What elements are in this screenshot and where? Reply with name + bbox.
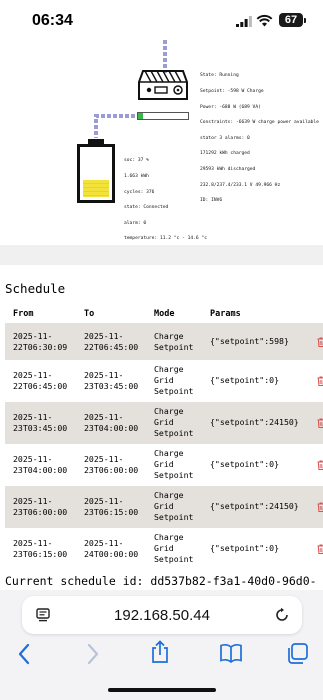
trash-icon[interactable]: [317, 460, 323, 470]
cell-params: {"setpoint":0}: [210, 459, 280, 469]
cell-mode: Charge Grid Setpoint: [154, 490, 194, 522]
header-mode: Mode: [154, 309, 175, 319]
table-row: 2025-11- 23T06:15:00 2025-11- 24T00:00:0…: [5, 528, 323, 570]
battery-body: [77, 144, 115, 203]
inverter-info-line: State: Running: [200, 73, 239, 79]
inverter-info-line: 29593 kWh discharged: [200, 167, 256, 173]
trash-icon[interactable]: [317, 418, 323, 428]
table-row: 2025-11- 23T03:45:00 2025-11- 23T04:00:0…: [5, 402, 323, 444]
cell-to: 2025-11- 23T04:00:00: [84, 412, 139, 433]
cell-to: 2025-11- 22T06:45:00: [84, 331, 139, 352]
home-indicator: [108, 688, 216, 692]
forward-icon[interactable]: [86, 643, 100, 665]
cell-params: {"setpoint":0}: [210, 543, 280, 553]
battery-info-line: temperature: 11.2 °c - 14.6 °c: [124, 236, 207, 242]
table-row: 2025-11- 23T06:00:00 2025-11- 23T06:15:0…: [5, 486, 323, 528]
cell-from: 2025-11- 23T04:00:00: [13, 454, 68, 475]
battery-info-line: soc: 37 %: [124, 158, 149, 164]
section-divider: [0, 245, 323, 265]
schedule-title: Schedule: [5, 281, 66, 296]
bookmarks-icon[interactable]: [219, 643, 243, 663]
battery-info-line: cycles: 376: [124, 189, 155, 195]
status-battery-level: 67: [279, 13, 303, 27]
url-text: 192.168.50.44: [114, 607, 210, 624]
cell-from: 2025-11- 22T06:30:09: [13, 331, 68, 352]
cell-params: {"setpoint":0}: [210, 375, 280, 385]
inverter-load-bar: [137, 112, 189, 120]
inverter-info-line: Setpoint: -598 W Charge: [200, 89, 264, 95]
cell-to: 2025-11- 23T03:45:00: [84, 370, 139, 391]
status-time: 06:34: [32, 12, 73, 29]
battery-fill: [83, 179, 109, 197]
inverter-info-line: Constraints: -6639 W charge power availa…: [200, 120, 319, 126]
inverter-info-line: 171292 kWh charged: [200, 151, 250, 157]
inverter-info: State: Running Setpoint: -598 W Charge P…: [200, 63, 319, 214]
battery-link-line: [94, 114, 135, 138]
table-row: 2025-11- 23T04:00:00 2025-11- 23T06:00:0…: [5, 444, 323, 486]
wifi-icon: [256, 14, 273, 27]
cell-mode: Charge Grid Setpoint: [154, 448, 194, 480]
table-row: 2025-11- 22T06:30:09 2025-11- 22T06:45:0…: [5, 323, 323, 360]
inverter-info-line: 232.8/237.4/233.1 V 49.966 Hz: [200, 182, 281, 188]
battery-info-line: state: Connected: [124, 205, 169, 211]
cell-mode: Charge Grid Setpoint: [154, 364, 194, 396]
cell-from: 2025-11- 22T06:45:00: [13, 370, 68, 391]
battery-info-line: 1.663 kWh: [124, 174, 149, 180]
cell-mode: Charge Setpoint: [154, 331, 194, 352]
inverter-load-fill: [138, 113, 143, 119]
inverter-info-line: Power: -688 W (689 VA): [200, 104, 261, 110]
cell-from: 2025-11- 23T06:15:00: [13, 538, 68, 559]
header-params: Params: [210, 309, 241, 319]
cell-mode: Charge Grid Setpoint: [154, 406, 194, 438]
back-icon[interactable]: [17, 643, 31, 665]
cell-from: 2025-11- 23T03:45:00: [13, 412, 68, 433]
trash-icon[interactable]: [317, 502, 323, 512]
trash-icon[interactable]: [317, 544, 323, 554]
status-battery-icon: [304, 18, 306, 23]
table-row: 2025-11- 22T06:45:00 2025-11- 23T03:45:0…: [5, 360, 323, 402]
share-icon[interactable]: [150, 640, 170, 664]
current-schedule-id: Current schedule id: dd537b82-f3a1-40d0-…: [5, 574, 317, 588]
trash-icon[interactable]: [317, 376, 323, 386]
battery-info-line: alarm: 0: [124, 220, 147, 226]
status-bar: 06:34 67: [0, 0, 323, 40]
reload-icon[interactable]: [274, 607, 290, 623]
cell-to: 2025-11- 24T00:00:00: [84, 538, 139, 559]
cell-to: 2025-11- 23T06:15:00: [84, 496, 139, 517]
tabs-icon[interactable]: [287, 643, 308, 664]
inverter-info-line: stator 3 alarms: 0: [200, 135, 250, 141]
header-to: To: [84, 309, 95, 319]
cell-params: {"setpoint":24150}: [210, 417, 299, 427]
cell-params: {"setpoint":598}: [210, 336, 289, 346]
inverter-info-line: ID: INV6: [200, 198, 223, 204]
energy-diagram: State: Running Setpoint: -598 W Charge P…: [0, 40, 323, 257]
address-bar[interactable]: 192.168.50.44: [22, 596, 302, 634]
inverter-icon[interactable]: [137, 68, 189, 102]
cell-mode: Charge Grid Setpoint: [154, 532, 194, 564]
schedule-table-header: From To Mode Params: [5, 305, 323, 322]
trash-icon[interactable]: [317, 337, 323, 347]
battery-icon[interactable]: [77, 139, 115, 203]
header-from: From: [13, 309, 34, 319]
cell-from: 2025-11- 23T06:00:00: [13, 496, 68, 517]
signal-icon: [236, 16, 252, 27]
cell-to: 2025-11- 23T06:00:00: [84, 454, 139, 475]
cell-params: {"setpoint":24150}: [210, 501, 299, 511]
